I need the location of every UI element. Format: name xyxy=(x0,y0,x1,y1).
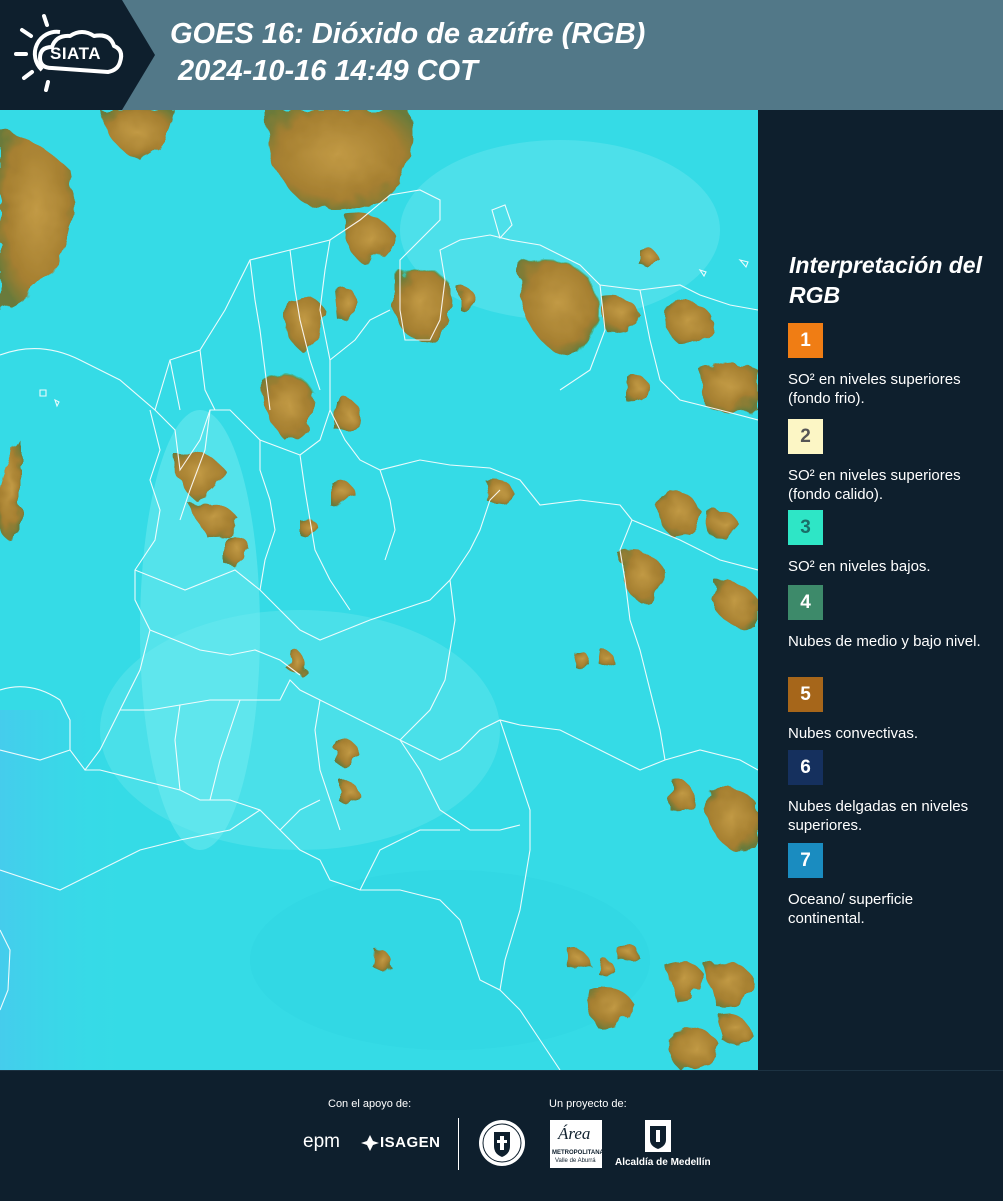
legend-panel: Interpretación del RGB 1 SO² en niveles … xyxy=(758,110,1003,1070)
legend-swatch-7: 7 xyxy=(788,843,823,878)
alcaldia-crest-icon xyxy=(645,1120,671,1152)
alcaldia-logo-text: Alcaldía de Medellín xyxy=(615,1157,711,1168)
legend-label-3: SO² en niveles bajos. xyxy=(788,558,931,575)
legend-number-2: 2 xyxy=(800,425,811,447)
legend-title: Interpretación del RGB xyxy=(789,252,982,308)
siata-logo-text: SIATA xyxy=(50,44,101,63)
area-logo-sub: METROPOLITANA xyxy=(552,1150,604,1156)
area-logo-text: Área xyxy=(558,1124,591,1143)
legend-swatch-4: 4 xyxy=(788,585,823,620)
title-line-1: GOES 16: Dióxido de azúfre (RGB) xyxy=(170,18,646,50)
legend-number-7: 7 xyxy=(800,849,811,871)
legend-label-6: Nubes delgadas en niveles superiores. xyxy=(788,798,969,834)
title-line-2: 2024-10-16 14:49 COT xyxy=(170,55,478,87)
siata-logo[interactable]: SIATA xyxy=(0,0,155,110)
legend-swatch-1: 1 xyxy=(788,323,823,358)
legend-item-4: 4 Nubes de medio y bajo nivel. xyxy=(788,585,993,651)
page-title: GOES 16: Dióxido de azúfre (RGB) 2024-10… xyxy=(170,16,645,90)
area-logo-sub2: Valle de Aburrá xyxy=(555,1158,596,1164)
project-label: Un proyecto de: xyxy=(549,1098,627,1110)
legend-number-5: 5 xyxy=(800,683,811,705)
epm-logo[interactable]: epm xyxy=(303,1131,340,1153)
isagen-logo[interactable]: ISAGEN xyxy=(360,1133,440,1158)
footer-divider xyxy=(458,1118,459,1170)
legend-swatch-3: 3 xyxy=(788,510,823,545)
header-bar: SIATA GOES 16: Dióxido de azúfre (RGB) 2… xyxy=(0,0,1003,110)
legend-item-5: 5 Nubes convectivas. xyxy=(788,677,993,743)
medellin-seal-logo[interactable] xyxy=(477,1118,527,1173)
legend-item-7: 7 Oceano/ superficie continental. xyxy=(788,843,993,928)
legend-number-3: 3 xyxy=(800,516,811,538)
legend-item-2: 2 SO² en niveles superiores (fondo calid… xyxy=(788,419,993,504)
legend-number-4: 4 xyxy=(800,591,811,613)
support-label: Con el apoyo de: xyxy=(328,1098,412,1110)
legend-swatch-6: 6 xyxy=(788,750,823,785)
legend-label-5: Nubes convectivas. xyxy=(788,725,919,742)
satellite-map[interactable] xyxy=(0,110,758,1070)
area-metropolitana-logo[interactable]: Área METROPOLITANA Valle de Aburrá xyxy=(550,1120,604,1168)
legend-number-1: 1 xyxy=(800,329,811,351)
legend-item-3: 3 SO² en niveles bajos. xyxy=(788,510,993,576)
isagen-logo-text: ISAGEN xyxy=(380,1134,441,1151)
footer: Con el apoyo de: Un proyecto de: epm ISA… xyxy=(0,1070,1003,1201)
legend-swatch-2: 2 xyxy=(788,419,823,454)
legend-label-4: Nubes de medio y bajo nivel. xyxy=(788,633,981,650)
legend-label-2: SO² en niveles superiores (fondo calido)… xyxy=(788,467,961,503)
isagen-mark-icon xyxy=(361,1135,379,1151)
legend-item-6: 6 Nubes delgadas en niveles superiores. xyxy=(788,750,993,835)
legend-number-6: 6 xyxy=(800,756,811,778)
legend-swatch-5: 5 xyxy=(788,677,823,712)
legend-item-1: 1 SO² en niveles superiores (fondo frio)… xyxy=(788,323,993,408)
legend-label-7: Oceano/ superficie continental. xyxy=(788,891,914,927)
legend-label-1: SO² en niveles superiores (fondo frio). xyxy=(788,371,961,407)
alcaldia-logo[interactable]: Alcaldía de Medellín xyxy=(615,1118,711,1173)
seal-icon xyxy=(479,1120,525,1166)
